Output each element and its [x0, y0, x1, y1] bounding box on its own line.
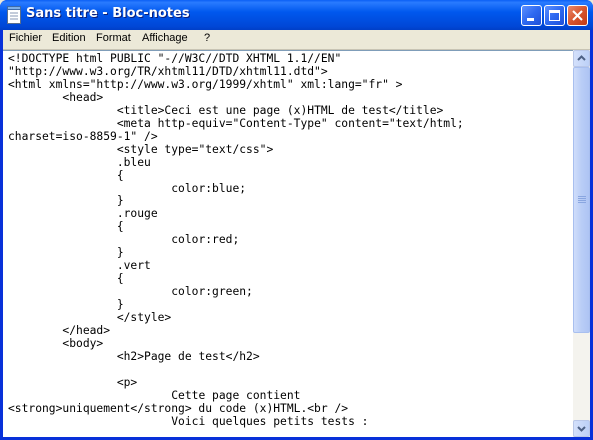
text-editor[interactable]: <!DOCTYPE html PUBLIC "-//W3C//DTD XHTML… [3, 50, 573, 437]
menu-bar: Fichier Edition Format Affichage ? [3, 30, 590, 50]
close-icon [572, 10, 583, 21]
title-bar[interactable]: Sans titre - Bloc-notes [0, 0, 593, 30]
maximize-icon [549, 10, 560, 21]
scroll-up-button[interactable] [573, 50, 590, 67]
chevron-down-icon [577, 426, 586, 432]
notepad-icon[interactable] [6, 6, 22, 24]
grip-line [578, 196, 586, 197]
scroll-thumb[interactable] [573, 67, 590, 333]
vertical-scrollbar[interactable] [573, 50, 590, 437]
menu-fichier[interactable]: Fichier [9, 32, 42, 44]
maximize-button[interactable] [544, 5, 565, 26]
menu-edition[interactable]: Edition [52, 32, 86, 44]
grip-line [578, 200, 586, 201]
grip-line [578, 202, 586, 203]
editor-content[interactable]: <!DOCTYPE html PUBLIC "-//W3C//DTD XHTML… [8, 52, 464, 429]
menu-format[interactable]: Format [96, 32, 131, 44]
minimize-icon [527, 18, 534, 21]
window-title: Sans titre - Bloc-notes [26, 6, 190, 21]
grip-line [578, 198, 586, 199]
menu-affichage[interactable]: Affichage [142, 32, 188, 44]
minimize-button[interactable] [521, 5, 542, 26]
notepad-window: Sans titre - Bloc-notes Fichier Edition … [0, 0, 593, 440]
menu-help[interactable]: ? [204, 32, 210, 44]
chevron-up-icon [577, 55, 586, 61]
scroll-down-button[interactable] [573, 420, 590, 437]
close-button[interactable] [567, 5, 588, 26]
